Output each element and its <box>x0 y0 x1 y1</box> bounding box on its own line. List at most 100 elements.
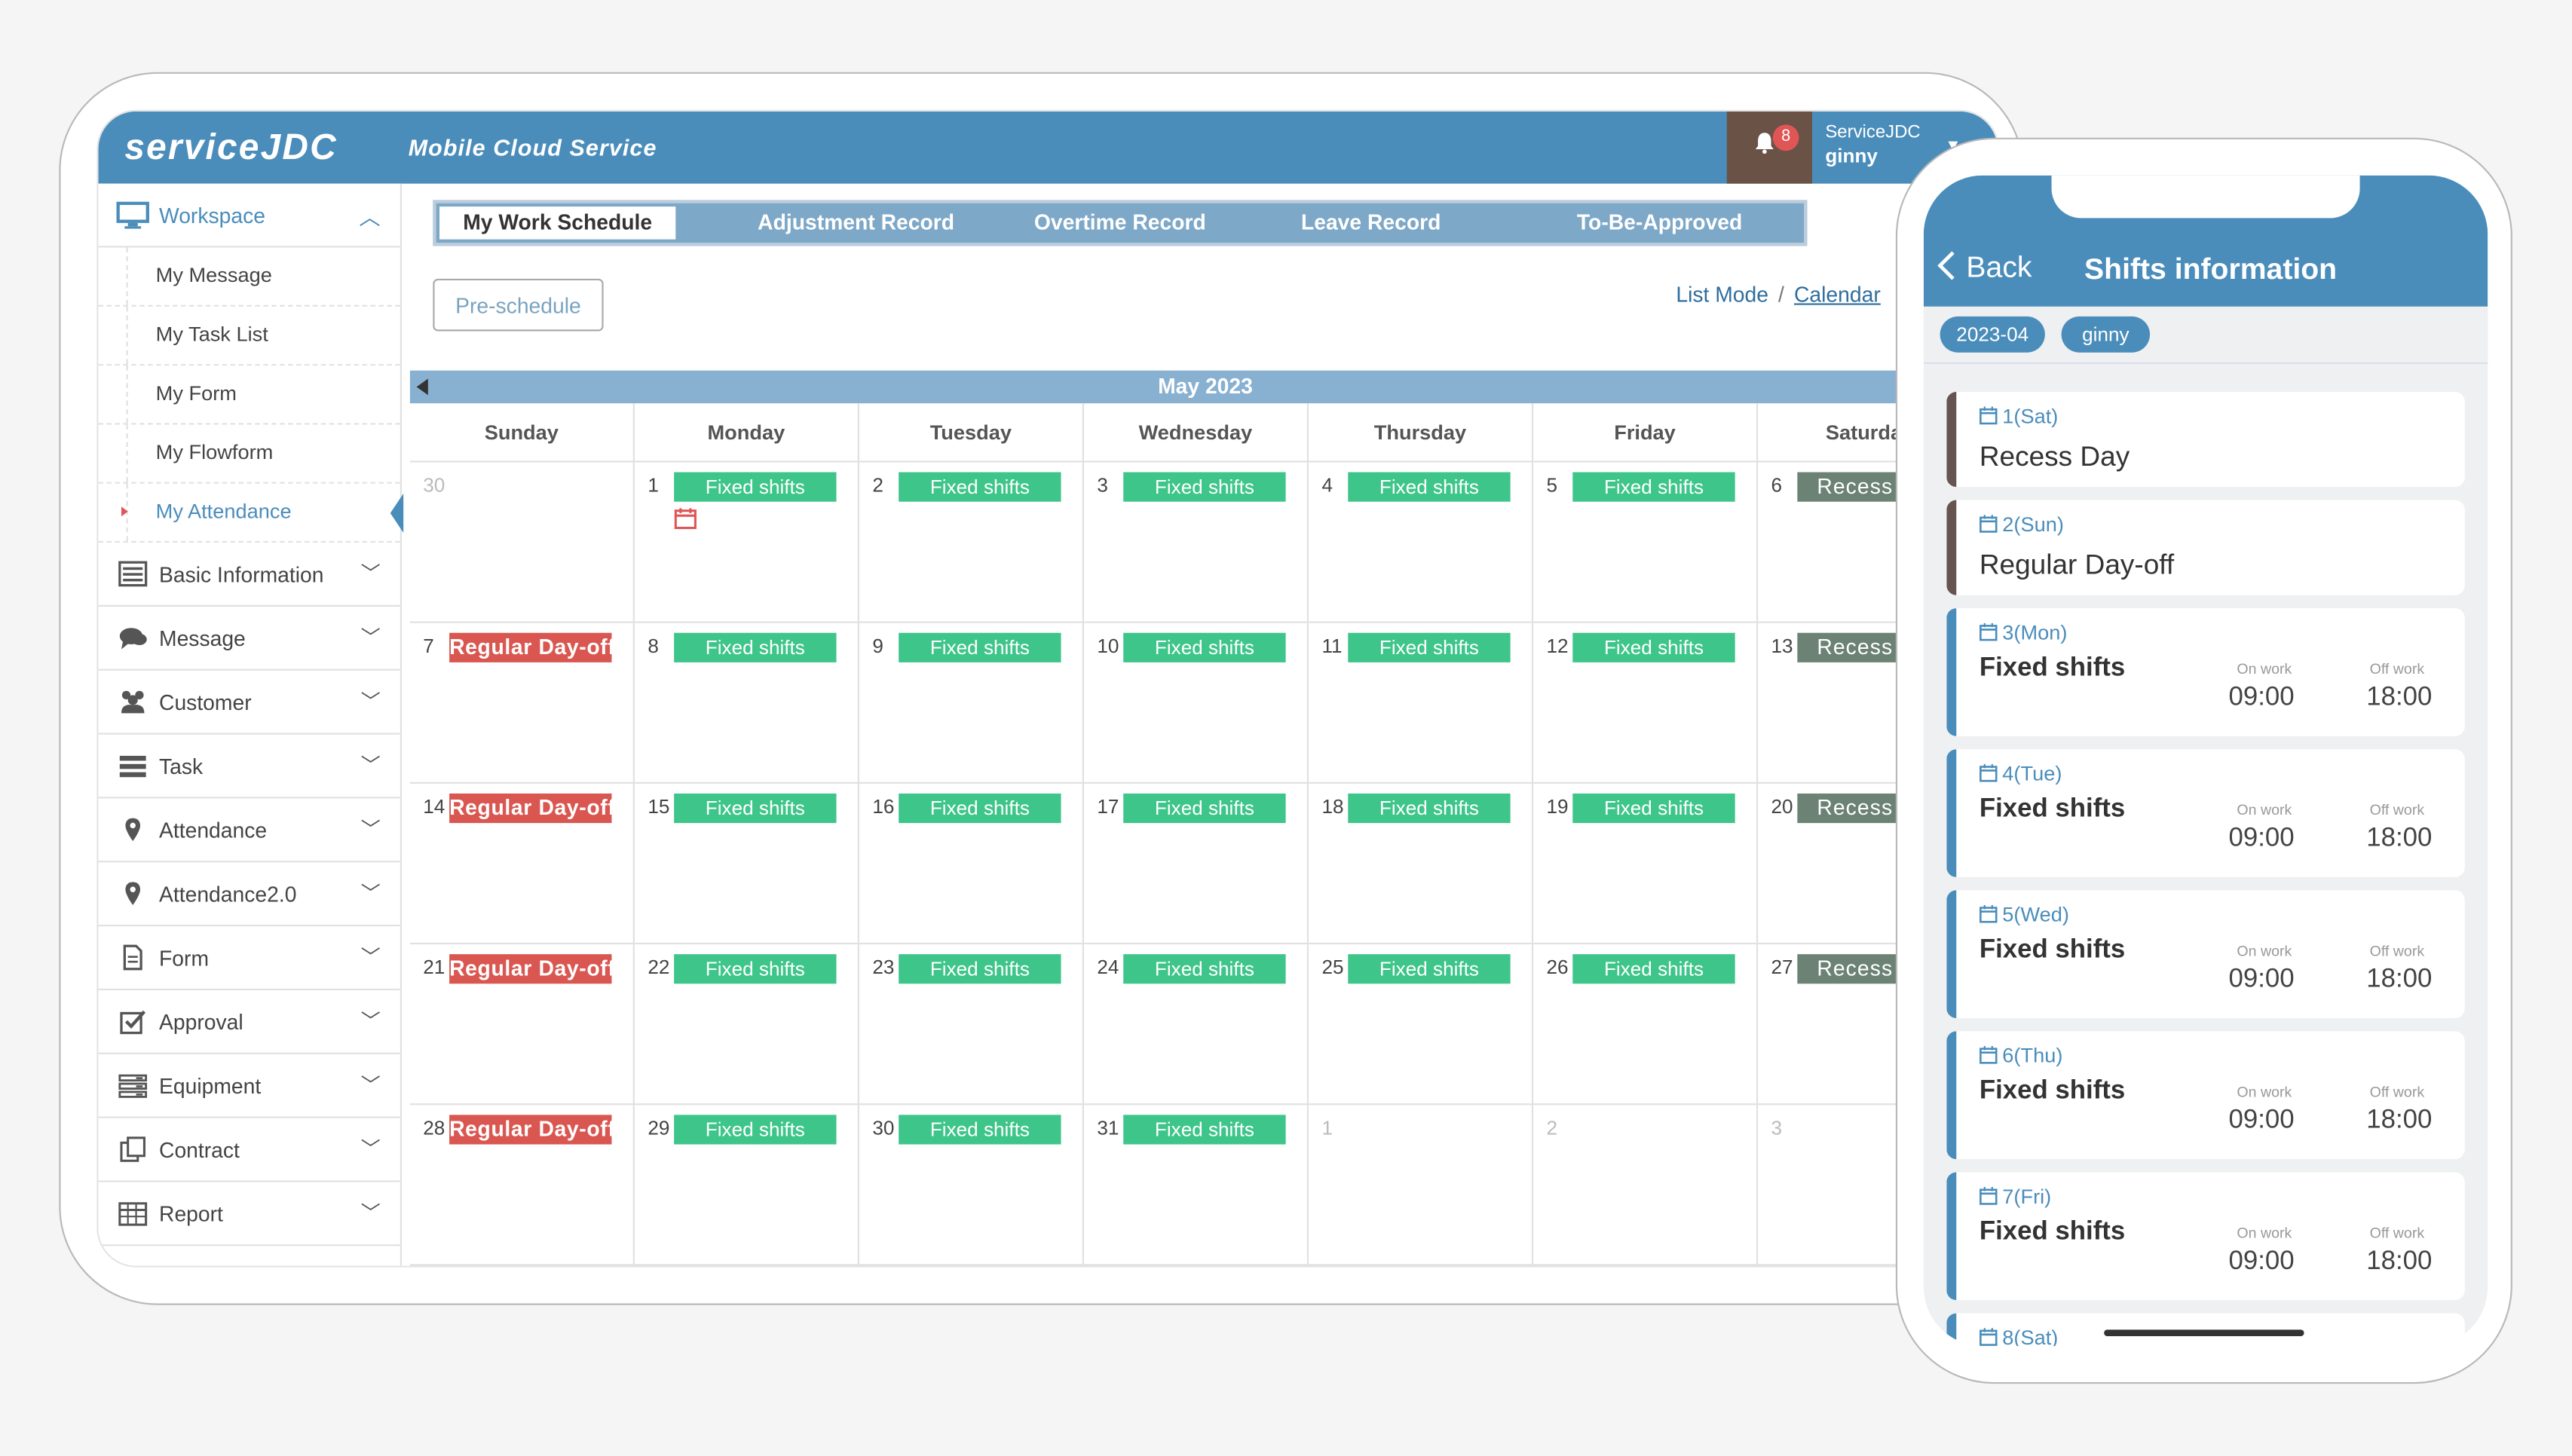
shift-tag[interactable]: Fixed shifts <box>1123 954 1286 984</box>
calendar-day-cell[interactable]: 15 Fixed shifts <box>634 783 859 945</box>
tab-item[interactable]: My Work Schedule <box>439 206 676 240</box>
chevron-up-icon[interactable]: ︿ <box>359 200 380 231</box>
chevron-down-icon[interactable]: ﹀ <box>361 879 381 907</box>
calendar-day-cell[interactable]: 30 <box>409 462 635 623</box>
notification-button[interactable]: 8 <box>1726 111 1812 184</box>
sidebar-subitem[interactable]: My Message <box>98 247 400 307</box>
shift-tag[interactable]: Regular Day-off <box>449 954 612 984</box>
sidebar-item[interactable]: Form ﹀ <box>98 926 400 991</box>
sidebar-item[interactable]: Message ﹀ <box>98 607 400 671</box>
sidebar-item[interactable]: Report ﹀ <box>98 1182 400 1246</box>
chevron-down-icon[interactable]: ﹀ <box>361 815 381 843</box>
sidebar-subitem[interactable]: My Task List <box>98 306 400 366</box>
shift-tag[interactable]: Fixed shifts <box>1123 632 1286 662</box>
chevron-down-icon[interactable]: ﹀ <box>361 687 381 715</box>
list-mode-link[interactable]: List Mode <box>1676 282 1768 307</box>
back-button[interactable]: Back <box>1937 251 2032 286</box>
sidebar-item[interactable]: Task ﹀ <box>98 735 400 799</box>
sidebar-item[interactable]: Attendance ﹀ <box>98 798 400 863</box>
shift-tag[interactable]: Fixed shifts <box>1572 472 1735 502</box>
chevron-down-icon[interactable]: ﹀ <box>361 1007 381 1035</box>
calendar-day-cell[interactable]: 25 Fixed shifts <box>1309 944 1534 1106</box>
chevron-down-icon[interactable]: ﹀ <box>361 1071 381 1099</box>
shift-tag[interactable]: Fixed shifts <box>674 1115 837 1145</box>
shift-tag[interactable]: Fixed shifts <box>1123 1115 1286 1145</box>
user-pill[interactable]: ginny <box>2061 316 2151 353</box>
shift-card[interactable]: 2(Sun) Regular Day-off <box>1946 500 2465 595</box>
sidebar-item[interactable]: Attendance2.0 ﹀ <box>98 862 400 927</box>
shift-tag[interactable]: Fixed shifts <box>899 472 1061 502</box>
chevron-down-icon[interactable]: ﹀ <box>361 943 381 971</box>
calendar-day-cell[interactable]: 1 <box>1309 1105 1534 1266</box>
sidebar-item[interactable]: Approval ﹀ <box>98 990 400 1054</box>
calendar-day-cell[interactable]: 3 Fixed shifts <box>1084 462 1309 623</box>
calendar-mode-link[interactable]: Calendar <box>1794 282 1881 307</box>
calendar-day-cell[interactable]: 2 Fixed shifts <box>859 462 1085 623</box>
calendar-day-cell[interactable]: 7 Regular Day-off <box>409 622 635 784</box>
shift-tag[interactable]: Fixed shifts <box>1348 954 1511 984</box>
shift-tag[interactable]: Fixed shifts <box>1348 793 1511 824</box>
shift-tag[interactable]: Fixed shifts <box>1572 954 1735 984</box>
calendar-day-cell[interactable]: 23 Fixed shifts <box>859 944 1085 1106</box>
shift-card[interactable]: 1(Sat) Recess Day <box>1946 391 2465 488</box>
shift-card[interactable]: 7(Fri) Fixed shifts On work Off work 09:00 18… <box>1946 1172 2465 1301</box>
shift-card[interactable]: 3(Mon) Fixed shifts On work Off work 09:00 18… <box>1946 608 2465 736</box>
sidebar-item[interactable]: Customer ﹀ <box>98 671 400 735</box>
calendar-day-cell[interactable]: 19 Fixed shifts <box>1533 783 1759 945</box>
chevron-down-icon[interactable]: ﹀ <box>361 1198 381 1226</box>
calendar-day-cell[interactable]: 2 <box>1533 1105 1759 1266</box>
tab-item[interactable]: To-Be-Approved <box>1522 203 1797 243</box>
shift-tag[interactable]: Fixed shifts <box>1123 472 1286 502</box>
shift-tag[interactable]: Fixed shifts <box>1123 793 1286 824</box>
shift-tag[interactable]: Fixed shifts <box>899 954 1061 984</box>
tab-item[interactable]: Overtime Record <box>996 203 1245 243</box>
tab-item[interactable]: Adjustment Record <box>731 203 981 243</box>
shift-tag[interactable]: Regular Day-off <box>449 632 612 662</box>
shift-tag[interactable]: Fixed shifts <box>1348 632 1511 662</box>
shift-tag[interactable]: Fixed shifts <box>674 793 837 824</box>
sidebar-item[interactable]: Equipment ﹀ <box>98 1054 400 1118</box>
calendar-day-cell[interactable]: 9 Fixed shifts <box>859 622 1085 784</box>
calendar-icon[interactable] <box>674 506 697 530</box>
calendar-day-cell[interactable]: 5 Fixed shifts <box>1533 462 1759 623</box>
calendar-day-cell[interactable]: 8 Fixed shifts <box>634 622 859 784</box>
calendar-day-cell[interactable]: 17 Fixed shifts <box>1084 783 1309 945</box>
sidebar-subitem[interactable]: My Flowform <box>98 424 400 484</box>
shift-card[interactable]: 4(Tue) Fixed shifts On work Off work 09:00 18… <box>1946 749 2465 877</box>
calendar-day-cell[interactable]: 14 Regular Day-off <box>409 783 635 945</box>
calendar-day-cell[interactable]: 18 Fixed shifts <box>1309 783 1534 945</box>
calendar-day-cell[interactable]: 24 Fixed shifts <box>1084 944 1309 1106</box>
calendar-day-cell[interactable]: 4 Fixed shifts <box>1309 462 1534 623</box>
shift-tag[interactable]: Fixed shifts <box>899 632 1061 662</box>
calendar-day-cell[interactable]: 31 Fixed shifts <box>1084 1105 1309 1266</box>
shift-tag[interactable]: Fixed shifts <box>674 472 837 502</box>
calendar-day-cell[interactable]: 10 Fixed shifts <box>1084 622 1309 784</box>
calendar-day-cell[interactable]: 21 Regular Day-off <box>409 944 635 1106</box>
calendar-day-cell[interactable]: 26 Fixed shifts <box>1533 944 1759 1106</box>
shift-tag[interactable]: Fixed shifts <box>1572 793 1735 824</box>
calendar-day-cell[interactable]: 11 Fixed shifts <box>1309 622 1534 784</box>
sidebar-item[interactable]: Contract ﹀ <box>98 1118 400 1182</box>
calendar-day-cell[interactable]: 22 Fixed shifts <box>634 944 859 1106</box>
shift-tag[interactable]: Fixed shifts <box>674 632 837 662</box>
shift-tag[interactable]: Regular Day-off <box>449 793 612 824</box>
shift-tag[interactable]: Regular Day-off <box>449 1115 612 1145</box>
calendar-day-cell[interactable]: 16 Fixed shifts <box>859 783 1085 945</box>
sidebar-item[interactable]: Basic Information ﹀ <box>98 543 400 607</box>
sidebar-subitem[interactable]: My Form <box>98 366 400 425</box>
preschedule-button[interactable]: Pre-schedule <box>433 278 604 332</box>
sidebar-subitem[interactable]: My Attendance <box>98 483 404 543</box>
calendar-day-cell[interactable]: 29 Fixed shifts <box>634 1105 859 1266</box>
shift-tag[interactable]: Fixed shifts <box>899 1115 1061 1145</box>
shift-tag[interactable]: Fixed shifts <box>674 954 837 984</box>
calendar-day-cell[interactable]: 28 Regular Day-off <box>409 1105 635 1266</box>
month-pill[interactable]: 2023-04 <box>1940 316 2045 353</box>
chevron-down-icon[interactable]: ﹀ <box>361 623 381 651</box>
chevron-down-icon[interactable]: ﹀ <box>361 1134 381 1162</box>
shift-tag[interactable]: Fixed shifts <box>1348 472 1511 502</box>
shift-tag[interactable]: Fixed shifts <box>899 793 1061 824</box>
calendar-day-cell[interactable]: 12 Fixed shifts <box>1533 622 1759 784</box>
shift-tag[interactable]: Fixed shifts <box>1572 632 1735 662</box>
user-menu[interactable]: ServiceJDC ginny <box>1825 121 1920 167</box>
calendar-day-cell[interactable]: 1 Fixed shifts <box>634 462 859 623</box>
